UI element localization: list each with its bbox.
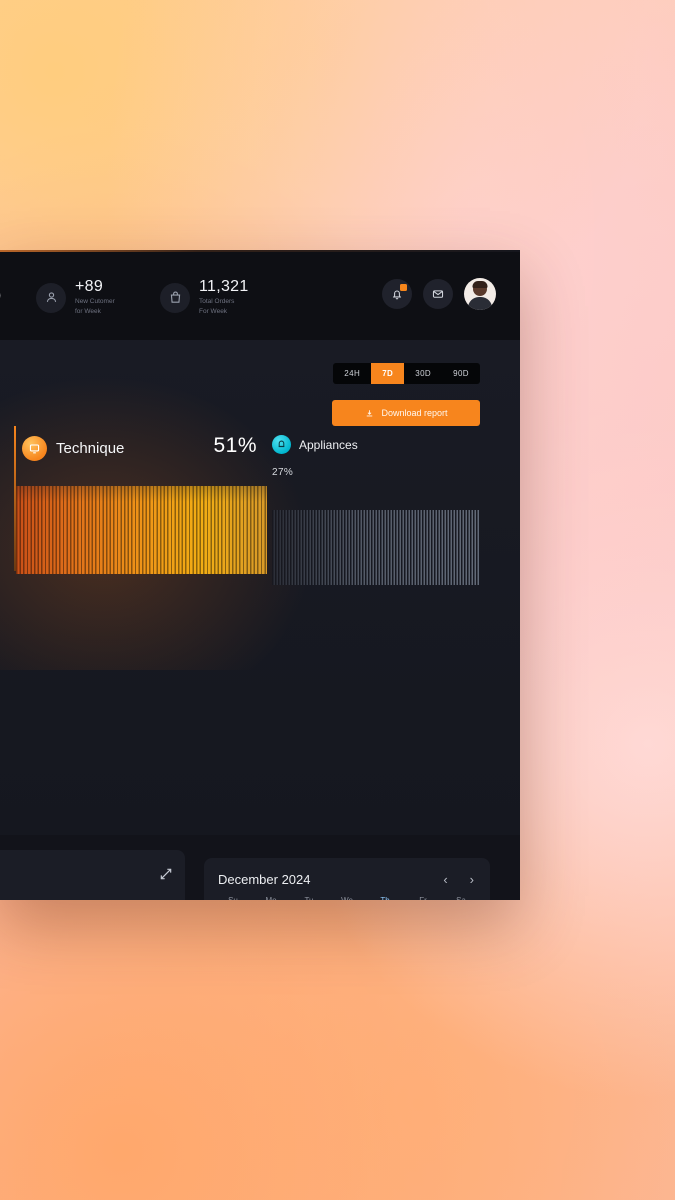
avatar[interactable] [464,278,496,310]
stat-sub-line2: For Week [199,308,228,316]
appliances-label: Appliances [299,437,358,452]
range-7d[interactable]: 7D [371,363,405,384]
calendar-dow: Th [366,896,404,900]
stat-sub-line2: for Week [75,308,101,316]
appliances-bars [272,510,479,585]
chevron-right-icon[interactable]: › [470,873,474,886]
calendar-dow: Fr [404,896,442,900]
appliance-icon [272,435,291,454]
stat-new-customers[interactable]: +89 New Cutomer for Week [36,278,115,317]
stat-total-orders[interactable]: 11,321 Total Orders For Week [160,278,249,317]
calendar-dow: Sa [442,896,480,900]
time-range-selector[interactable]: 24H 7D 30D 90D [333,363,480,384]
calendar-month: December 2024 [218,872,311,887]
calendar-nav: ‹ › [443,873,474,886]
messages-button[interactable] [423,279,453,309]
chart-series-appliances[interactable]: Appliances 27% [272,435,479,585]
notifications-button[interactable] [382,279,412,309]
avatar-body [468,297,492,310]
chart-series-technique[interactable]: Technique 51% [12,424,267,574]
calendar-header: December 2024 ‹ › [204,858,490,887]
download-icon [367,409,373,416]
technique-percent: 51% [213,434,257,457]
dashboard-header: 0 +89 New Cutomer for Week 11,321 To [0,252,520,340]
expenses-card: Expenses wkins + $160.00 12 Dec 2024 ck … [0,850,185,900]
cut-off-stat: 0 [0,288,1,306]
calendar-dow: We [328,896,366,900]
monitor-icon [22,435,47,461]
download-report-label: Download report [381,408,448,418]
calendar-dow: Su [214,896,252,900]
calendar-grid: Su Mo Tu We Th Fr Sa 11 12 13 14 15 16 1… [204,887,490,900]
dashboard-panel: 0 +89 New Cutomer for Week 11,321 To [0,250,520,900]
mail-icon [432,290,444,298]
stat-value: 11,321 [199,278,249,295]
stat-sub-line1: Total Orders [199,297,235,305]
avatar-hair [472,281,488,288]
range-30d[interactable]: 30D [404,363,442,384]
appliances-percent: 27% [272,467,294,478]
stat-value: +89 [75,278,104,295]
user-icon [36,282,66,313]
calendar-dow: Tu [290,896,328,900]
stat-sub-line1: New Cutomer [75,297,115,305]
technique-label: Technique [56,439,125,457]
chart-panel: 24H 7D 30D 90D Download report Technique… [0,340,520,835]
calendar-card: December 2024 ‹ › Su Mo Tu We Th Fr Sa 1… [204,858,490,900]
calendar-dow: Mo [252,896,290,900]
technique-bars [16,486,267,574]
notification-badge [400,284,407,291]
appliances-header: Appliances [272,435,479,454]
chevron-left-icon[interactable]: ‹ [443,873,447,886]
range-90d[interactable]: 90D [442,363,480,384]
range-24h[interactable]: 24H [333,363,371,384]
download-report-button[interactable]: Download report [332,400,480,426]
expand-icon[interactable] [158,866,174,882]
bag-icon [160,282,190,313]
header-actions [382,278,496,310]
